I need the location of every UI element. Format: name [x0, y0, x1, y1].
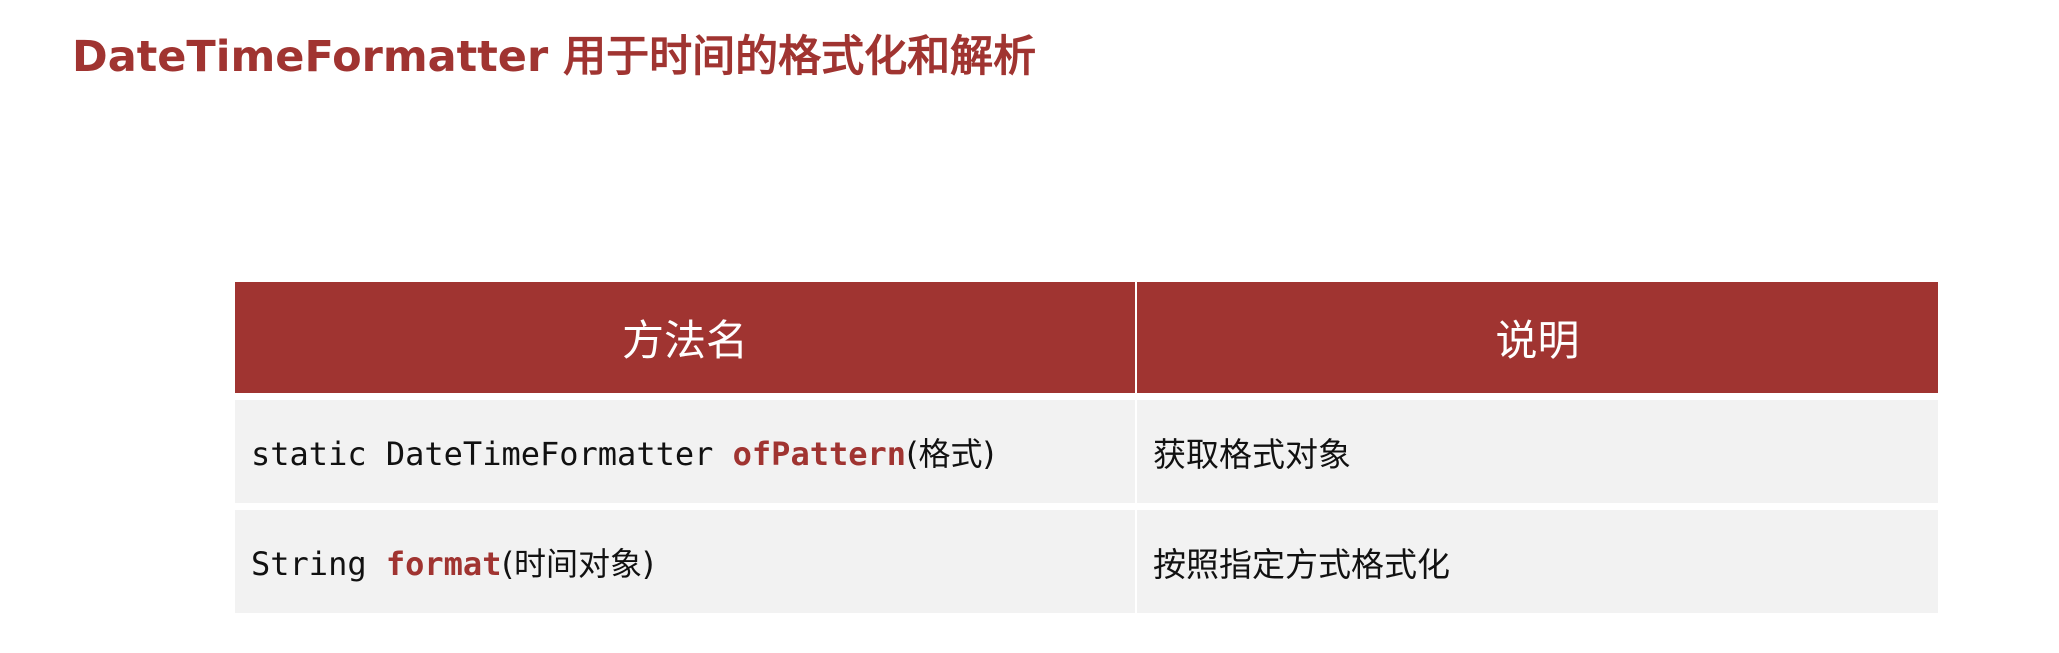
table-row: String format(时间对象) 按照指定方式格式化 [235, 503, 1938, 613]
method-description-cell: 获取格式对象 [1137, 393, 1938, 503]
method-description: 按照指定方式格式化 [1153, 544, 1450, 584]
page-title: DateTimeFormatter 用于时间的格式化和解析 [72, 32, 1037, 82]
method-signature-cell: static DateTimeFormatter ofPattern(格式) [235, 393, 1137, 503]
method-signature-cell: String format(时间对象) [235, 503, 1137, 613]
method-description: 获取格式对象 [1153, 434, 1351, 474]
method-args: (格式) [906, 434, 996, 473]
header-description: 说明 [1137, 282, 1938, 393]
table-header-row: 方法名 说明 [235, 282, 1938, 393]
method-table: 方法名 说明 static DateTimeFormatter ofPatter… [235, 282, 1938, 613]
method-signature: String format(时间对象) [251, 545, 654, 583]
header-method-name: 方法名 [235, 282, 1137, 393]
method-name: ofPattern [732, 434, 907, 473]
method-signature: static DateTimeFormatter ofPattern(格式) [251, 435, 995, 473]
method-name: format [385, 544, 502, 583]
method-prefix: String [251, 544, 386, 583]
method-prefix: static DateTimeFormatter [251, 434, 733, 473]
method-args: (时间对象) [501, 544, 655, 583]
table-row: static DateTimeFormatter ofPattern(格式) 获… [235, 393, 1938, 503]
method-description-cell: 按照指定方式格式化 [1137, 503, 1938, 613]
